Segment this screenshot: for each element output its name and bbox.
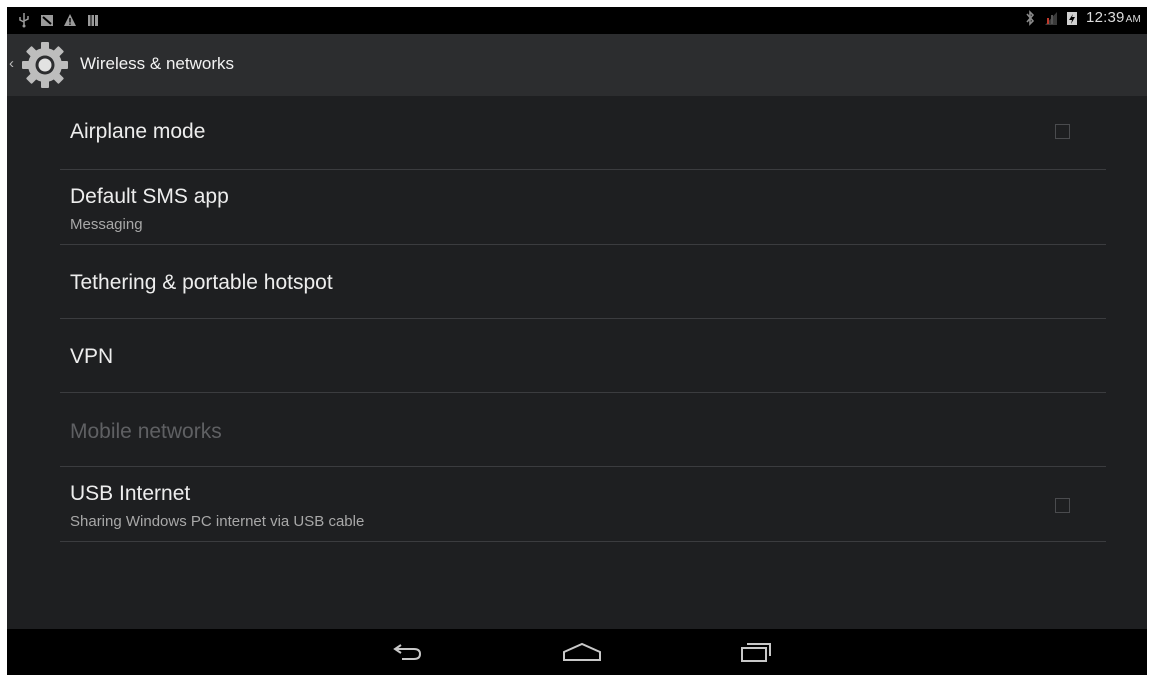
setting-usb-internet[interactable]: USB Internet Sharing Windows PC internet… xyxy=(60,467,1106,542)
setting-title: VPN xyxy=(70,345,114,368)
warning-icon xyxy=(64,14,76,26)
recent-apps-icon xyxy=(741,643,771,662)
clock-time: 12:39 xyxy=(1086,9,1125,26)
setting-title: Default SMS app xyxy=(70,185,229,208)
setting-airplane-mode[interactable]: Airplane mode xyxy=(60,96,1106,170)
setting-title: Tethering & portable hotspot xyxy=(70,271,333,294)
navigation-bar xyxy=(7,629,1147,675)
back-button[interactable] xyxy=(377,637,437,667)
android-screen: 12:39AM ‹ Wireless & networks Airplane m… xyxy=(7,7,1147,675)
status-clock: 12:39AM xyxy=(1086,9,1141,26)
setting-mobile-networks: Mobile networks xyxy=(60,393,1106,467)
setting-subtitle: Sharing Windows PC internet via USB cabl… xyxy=(70,513,365,530)
setting-tethering-hotspot[interactable]: Tethering & portable hotspot xyxy=(60,245,1106,319)
up-navigation-icon[interactable]: ‹ xyxy=(9,55,14,72)
no-signal-icon xyxy=(1045,11,1058,25)
settings-gear-icon[interactable] xyxy=(19,39,71,91)
status-bar-left xyxy=(17,12,100,28)
usb-internet-checkbox[interactable] xyxy=(1055,498,1070,513)
setting-title: Airplane mode xyxy=(70,120,206,143)
home-button[interactable] xyxy=(552,637,612,667)
setting-title: USB Internet xyxy=(70,482,191,505)
clock-ampm: AM xyxy=(1125,14,1141,25)
storage-icon xyxy=(88,15,98,26)
bluetooth-icon xyxy=(1026,9,1035,26)
page-title: Wireless & networks xyxy=(80,54,234,73)
setting-title: Mobile networks xyxy=(70,420,222,443)
airplane-mode-checkbox[interactable] xyxy=(1055,124,1070,139)
setting-subtitle: Messaging xyxy=(70,216,143,233)
status-bar: 12:39AM xyxy=(7,7,1147,34)
home-icon xyxy=(563,642,601,661)
setting-vpn[interactable]: VPN xyxy=(60,319,1106,393)
battery-charging-icon xyxy=(1067,11,1078,25)
back-icon xyxy=(393,644,422,660)
settings-list: Airplane mode Default SMS app Messaging … xyxy=(60,96,1106,542)
recent-apps-button[interactable] xyxy=(725,637,785,667)
action-bar: ‹ Wireless & networks xyxy=(7,34,1147,96)
notification-icon xyxy=(41,15,53,26)
usb-icon xyxy=(19,13,29,28)
status-bar-right: 12:39AM xyxy=(1023,9,1141,26)
setting-default-sms-app[interactable]: Default SMS app Messaging xyxy=(60,170,1106,245)
